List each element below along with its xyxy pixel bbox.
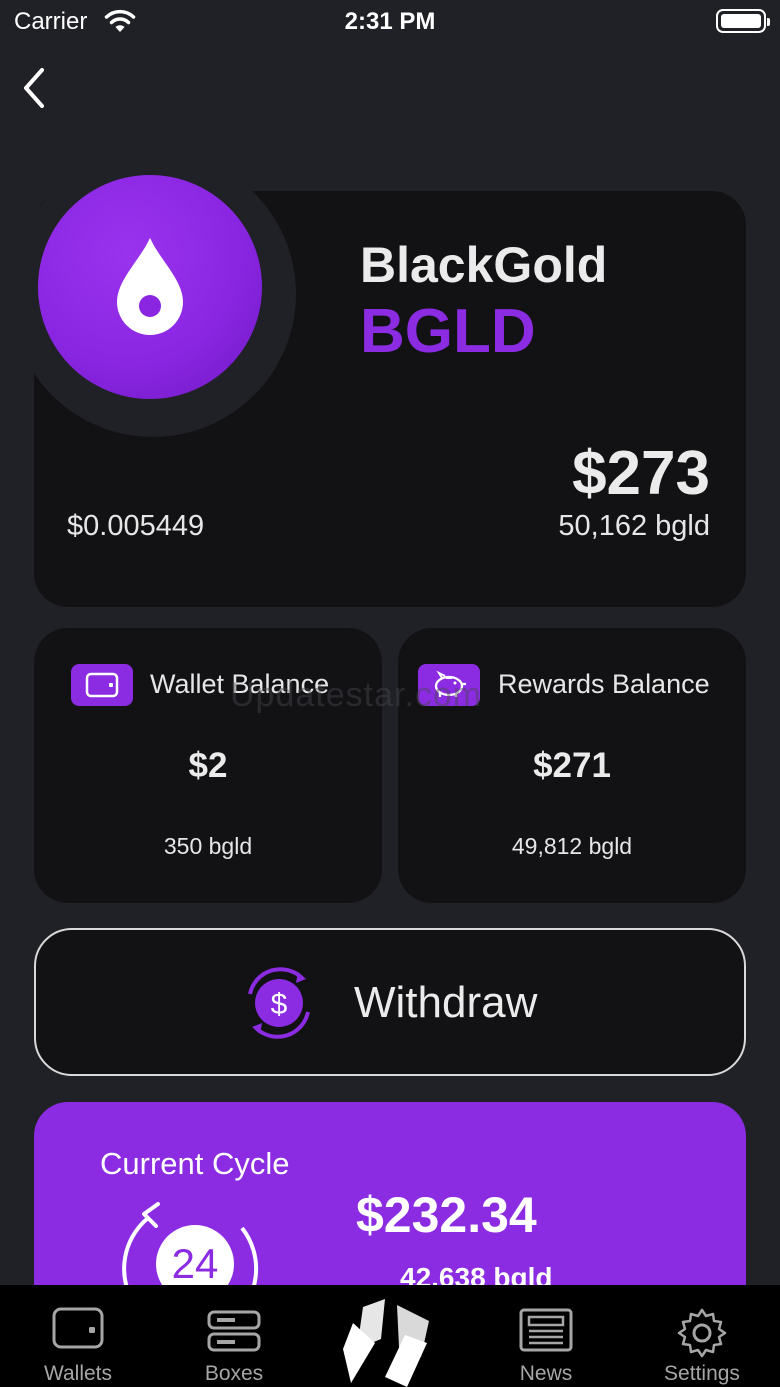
tab-boxes-label: Boxes bbox=[204, 1362, 264, 1385]
tab-wallets-label: Wallets bbox=[43, 1362, 113, 1385]
clock: 2:31 PM bbox=[344, 8, 436, 35]
tab-news[interactable]: News bbox=[476, 1285, 616, 1387]
chevron-left-icon bbox=[24, 68, 44, 108]
token-value-usd: $273 bbox=[572, 439, 710, 508]
withdraw-button[interactable]: $ Withdraw bbox=[34, 928, 746, 1076]
gear-icon bbox=[677, 1308, 727, 1358]
tab-wallets[interactable]: Wallets bbox=[8, 1285, 148, 1387]
rewards-balance-label: Rewards Balance bbox=[498, 669, 710, 699]
token-price: $0.005449 bbox=[67, 510, 205, 542]
tab-settings-label: Settings bbox=[664, 1362, 740, 1385]
tab-boxes[interactable]: Boxes bbox=[164, 1285, 304, 1387]
wallet-icon bbox=[71, 664, 133, 706]
cycle-usd: $232.34 bbox=[356, 1187, 537, 1243]
token-name: BlackGold bbox=[360, 237, 608, 293]
watermark: Updatestar.com bbox=[230, 676, 483, 714]
tab-bar: Wallets Boxes News Settings bbox=[0, 1285, 780, 1387]
battery-icon bbox=[716, 9, 770, 33]
dollar-exchange-icon: $ bbox=[248, 967, 310, 1039]
brand-logo-icon bbox=[343, 1299, 429, 1387]
newspaper-icon bbox=[519, 1308, 573, 1352]
cycle-title: Current Cycle bbox=[100, 1146, 290, 1181]
wallet-icon bbox=[52, 1307, 104, 1349]
server-icon bbox=[207, 1310, 261, 1352]
back-button[interactable] bbox=[14, 64, 54, 112]
oil-drop-icon bbox=[117, 238, 183, 335]
rewards-balance-card[interactable]: Rewards Balance $271 49,812 bgld bbox=[398, 628, 746, 903]
withdraw-label: Withdraw bbox=[354, 978, 538, 1027]
status-bar: Carrier 2:31 PM bbox=[0, 0, 780, 44]
wallet-balance-card[interactable]: Wallet Balance $2 350 bgld bbox=[34, 628, 382, 903]
token-amount: 50,162 bgld bbox=[558, 510, 710, 542]
rewards-balance-usd: $271 bbox=[533, 746, 611, 785]
tab-settings[interactable]: Settings bbox=[632, 1285, 772, 1387]
tab-news-label: News bbox=[519, 1362, 573, 1385]
wallet-balance-usd: $2 bbox=[188, 746, 228, 785]
wallet-balance-amount: 350 bgld bbox=[163, 833, 253, 859]
token-logo bbox=[38, 175, 262, 399]
tab-home[interactable] bbox=[320, 1285, 460, 1387]
token-symbol: BGLD bbox=[360, 297, 536, 366]
rewards-balance-amount: 49,812 bgld bbox=[511, 833, 633, 859]
svg-text:$: $ bbox=[271, 988, 288, 1021]
